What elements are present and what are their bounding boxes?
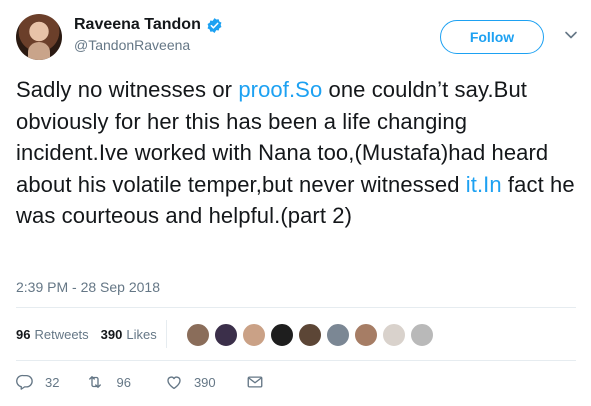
direct-message-button[interactable]	[246, 373, 264, 391]
liker-avatar[interactable]	[270, 323, 294, 347]
liker-avatar[interactable]	[242, 323, 266, 347]
liker-avatar[interactable]	[410, 323, 434, 347]
liker-avatars	[186, 323, 438, 347]
avatar[interactable]	[16, 14, 62, 60]
tweet-stats: 96 Retweets 390 Likes	[16, 320, 169, 348]
tweet-text: Sadly no witnesses or proof.So one could…	[16, 74, 581, 232]
user-handle[interactable]: @TandonRaveena	[74, 37, 223, 53]
retweets-count: 96	[16, 326, 31, 342]
tweet-header: Raveena Tandon @TandonRaveena Follow	[16, 12, 578, 64]
liker-avatar[interactable]	[326, 323, 350, 347]
follow-button[interactable]: Follow	[440, 20, 544, 54]
liker-avatar[interactable]	[354, 323, 378, 347]
display-name[interactable]: Raveena Tandon	[74, 16, 201, 34]
user-info[interactable]: Raveena Tandon @TandonRaveena	[74, 16, 223, 53]
tweet-actions: 32 96 390	[16, 370, 284, 394]
liker-avatar[interactable]	[298, 323, 322, 347]
liker-avatar[interactable]	[214, 323, 238, 347]
tweet-timestamp[interactable]: 2:39 PM - 28 Sep 2018	[16, 279, 160, 295]
likes-count: 390	[100, 326, 123, 342]
divider	[16, 360, 576, 361]
verified-badge-icon	[207, 17, 222, 33]
retweets-stat[interactable]: 96 Retweets	[16, 327, 89, 342]
reply-count: 32	[45, 374, 60, 390]
hashtag-link[interactable]: proof.So	[238, 77, 322, 102]
like-icon	[167, 376, 181, 390]
chevron-down-icon[interactable]	[564, 28, 578, 42]
reply-icon	[16, 374, 33, 390]
retweets-label: Retweets	[34, 326, 89, 342]
hashtag-link[interactable]: it.In	[466, 172, 502, 197]
direct-message-icon	[247, 376, 263, 388]
likes-label: Likes	[126, 326, 157, 342]
like-count: 390	[193, 374, 216, 390]
divider	[16, 307, 576, 308]
retweet-icon	[89, 376, 102, 388]
tweet-text-segment: Sadly no witnesses or	[16, 77, 239, 102]
liker-avatar[interactable]	[186, 323, 210, 347]
liker-avatar[interactable]	[382, 323, 406, 347]
reply-button[interactable]: 32	[16, 373, 59, 391]
like-button[interactable]: 390	[165, 373, 216, 391]
stats-divider	[166, 320, 167, 348]
retweet-button[interactable]: 96	[85, 373, 131, 391]
retweet-count: 96	[116, 374, 131, 390]
likes-stat[interactable]: 390 Likes	[101, 327, 157, 342]
